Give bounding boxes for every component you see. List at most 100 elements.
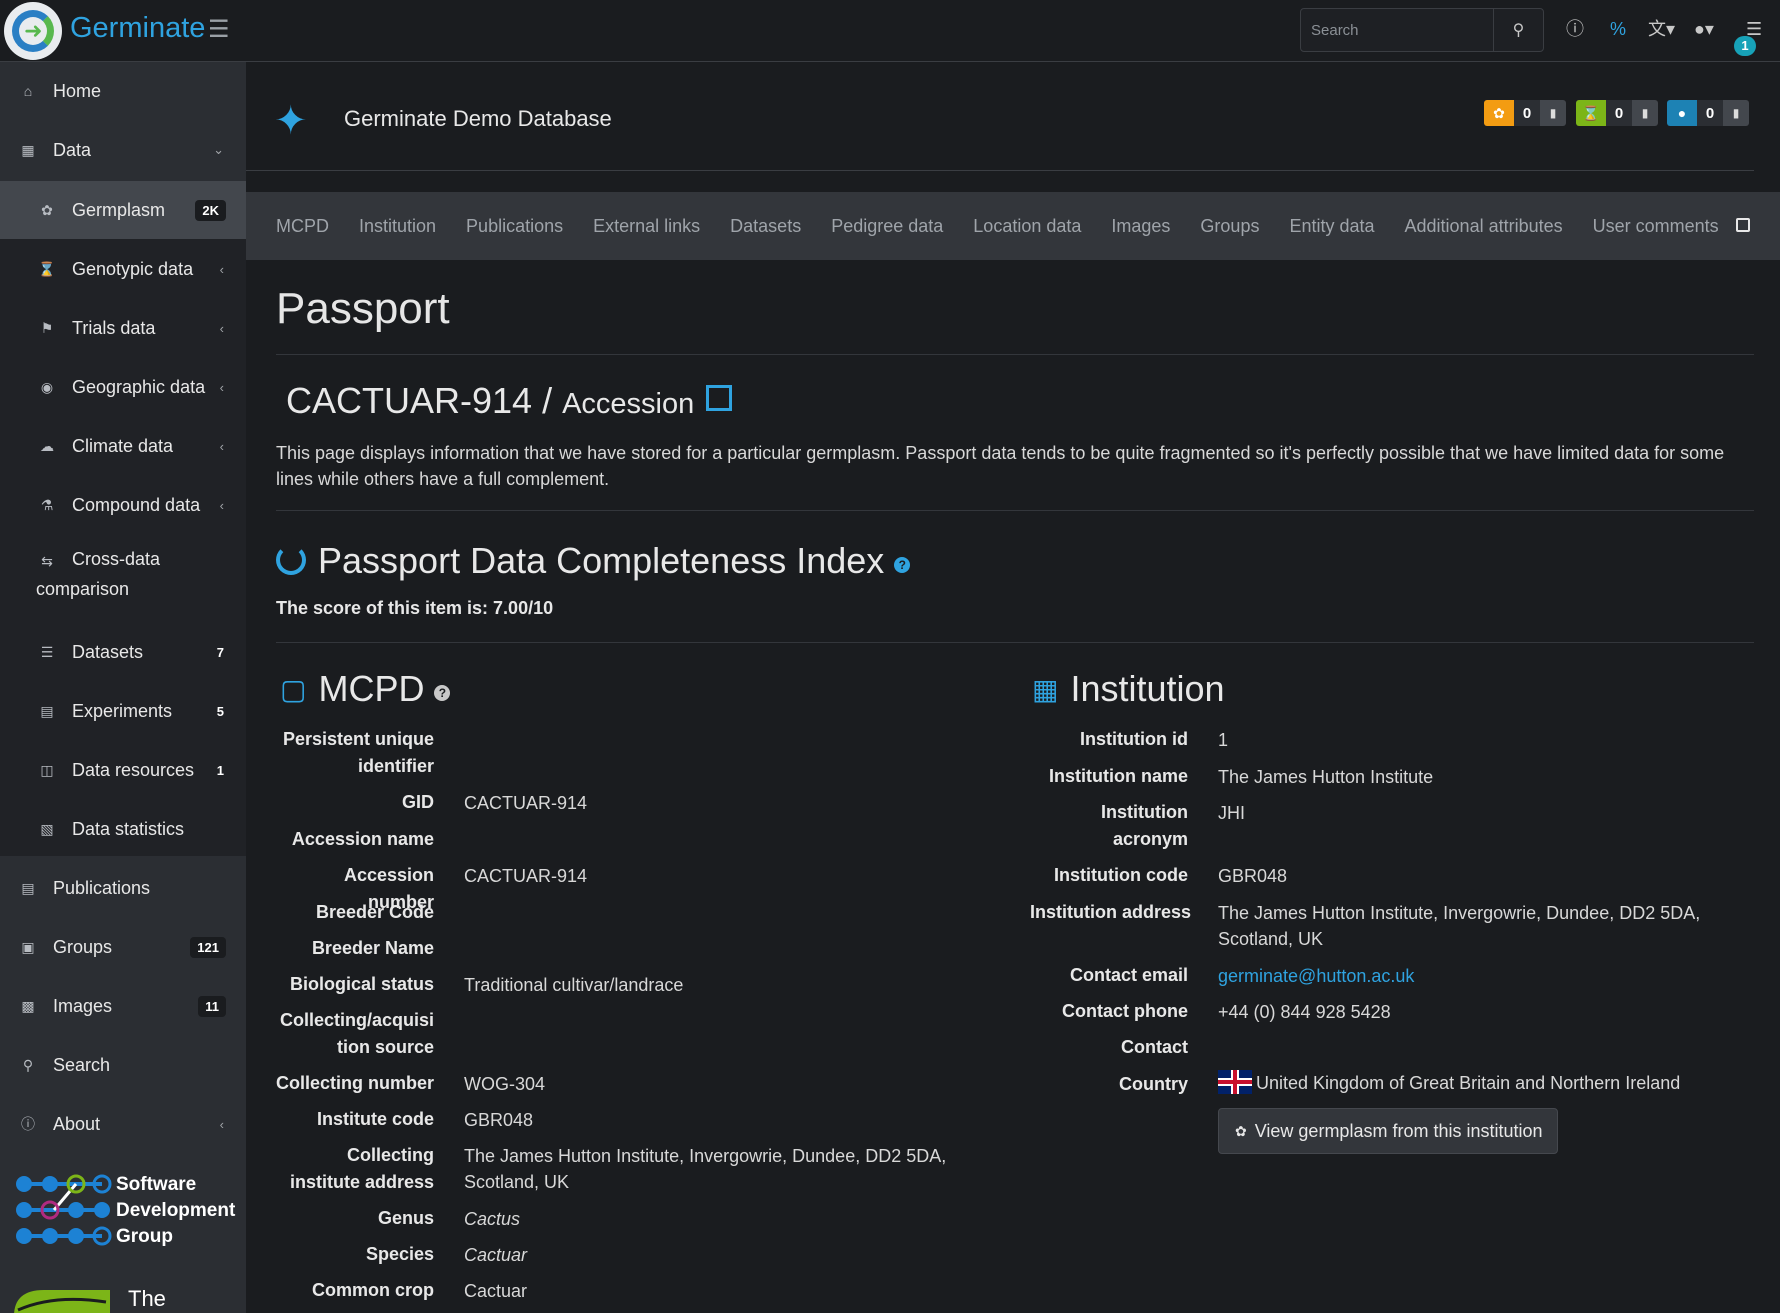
sidebar-item-data-resources[interactable]: ◫ Data resources 1 [0,741,246,799]
mcpd-value: Cactuar [464,1245,528,1265]
map-pin-icon[interactable]: ● [1667,100,1697,126]
sidebar-item-search[interactable]: ⚲ Search [0,1036,246,1094]
stack-icon: ☰ [40,643,54,660]
trash-icon[interactable]: ▮ [1723,100,1749,126]
sidebar-item-compound-data[interactable]: ⚗ Compound data ‹ [0,476,246,534]
mcpd-value: Traditional cultivar/landrace [464,975,684,995]
tab-publications[interactable]: Publications [466,216,563,237]
germinate-logo[interactable]: ➜ [4,2,62,60]
home-icon: ⌂ [23,83,33,99]
chevron-left-icon: ‹ [219,261,224,277]
sidebar-item-publications[interactable]: ▤ Publications [0,859,246,917]
hourglass-icon[interactable]: ⌛ [1576,100,1606,126]
sidebar-item-home[interactable]: ⌂ Home [0,62,246,120]
hourglass-icon: ⌛ [38,260,56,277]
hamburger-menu-icon[interactable]: ☰ [208,18,230,42]
institution-label: Contact [1121,1037,1188,1057]
mark-item-checkbox[interactable] [706,385,733,411]
seedling-icon[interactable]: ✿ [1484,100,1514,126]
search-icon: ⚲ [22,1056,34,1073]
view-germplasm-from-institution-button[interactable]: ✿ View germplasm from this institution [1218,1108,1558,1154]
notification-badge[interactable]: 1 [1734,36,1756,56]
mcpd-label: Genus [377,1208,434,1228]
flask-icon: ⚗ [40,496,54,513]
sidebar-item-data[interactable]: ▦ Data ⌄ [0,121,246,179]
mcpd-label: Collecting number [276,1073,435,1093]
trash-icon[interactable]: ▮ [1632,100,1658,126]
sidebar-item-climate-data[interactable]: ☁ Climate data ‹ [0,417,246,475]
chevron-left-icon: ‹ [219,379,224,395]
group-icon: ▣ [21,938,35,955]
mcpd-label: Collecting institute address [289,1145,434,1192]
expand-tabs-toggle[interactable] [1736,218,1750,232]
uk-flag-icon [1218,1070,1252,1094]
sidebar-item-about[interactable]: ⓘ About ‹ [0,1095,246,1153]
accession-title: CACTUAR-914 / Accession [286,380,733,422]
marked-germplasm-group: ✿ 0 ▮ [1484,100,1566,126]
search-input[interactable] [1301,9,1494,51]
tab-groups[interactable]: Groups [1200,216,1259,237]
mcpd-label: Common crop [311,1280,434,1300]
passport-tabs: MCPD Institution Publications External l… [246,192,1780,260]
germplasm-count-badge: 2K [195,199,226,221]
intro-text: This page displays information that we h… [276,443,1725,489]
tab-mcpd[interactable]: MCPD [276,216,329,237]
james-hutton-logo[interactable]: The James [14,1286,234,1313]
seedling-icon: ✿ [41,201,53,218]
pdci-heading: Passport Data Completeness Index? [276,540,911,582]
chevron-down-icon: ⌄ [213,142,224,157]
tab-pedigree-data[interactable]: Pedigree data [831,216,943,237]
mcpd-value: CACTUAR-914 [464,866,588,886]
mcpd-label: Collecting/acquisition source [279,1010,434,1057]
user-icon[interactable]: ●▾ [1694,18,1714,40]
mcpd-label: Institute code [316,1109,434,1129]
tab-external-links[interactable]: External links [593,216,700,237]
sidebar-item-genotypic-data[interactable]: ⌛ Genotypic data ‹ [0,240,246,298]
country-value: United Kingdom of Great Britain and Nort… [1218,1070,1680,1096]
institution-label: Institution code [1054,865,1188,885]
tab-datasets[interactable]: Datasets [730,216,801,237]
newspaper-icon: ▤ [21,879,35,896]
brand-name[interactable]: Germinate [70,12,205,45]
tab-entity-data[interactable]: Entity data [1289,216,1374,237]
sidebar-item-cross-data-comparison[interactable]: ⇆ Cross-data comparison [0,535,246,619]
tab-additional-attributes[interactable]: Additional attributes [1405,216,1563,237]
mcpd-label: Accession name [291,829,434,849]
tab-user-comments[interactable]: User comments [1593,216,1719,237]
seedling-icon: ✿ [1235,1122,1247,1139]
language-icon[interactable]: 文▾ [1648,18,1675,40]
chevron-left-icon: ‹ [219,497,224,513]
software-development-group-logo[interactable]: Software Development Group [14,1172,235,1252]
sidebar-item-experiments[interactable]: ▤ Experiments 5 [0,682,246,740]
mcpd-value: CACTUAR-914 [464,793,588,813]
tab-institution[interactable]: Institution [359,216,436,237]
divider [276,510,1754,511]
institution-value: JHI [1218,803,1245,823]
tab-images[interactable]: Images [1111,216,1170,237]
mcpd-label: Biological status [289,974,434,994]
sidebar-item-images[interactable]: ▩ Images 11 [0,977,246,1035]
sidebar-item-data-statistics[interactable]: ▧ Data statistics [0,800,246,858]
help-icon[interactable]: ? [434,685,451,701]
trash-icon[interactable]: ▮ [1540,100,1566,126]
hutton-hill-icon [14,1290,110,1313]
institution-value: GBR048 [1218,866,1288,886]
tab-location-data[interactable]: Location data [973,216,1081,237]
help-icon[interactable]: ? [894,557,911,573]
institution-value: The James Hutton Institute, Invergowrie,… [1218,903,1701,949]
institution-heading: ▦ Institution [1032,668,1225,709]
globe-icon: ◉ [40,378,54,395]
sidebar-item-trials-data[interactable]: ⚑ Trials data ‹ [0,299,246,357]
chart-icon: ▧ [40,820,54,837]
sidebar-item-datasets[interactable]: ☰ Datasets 7 [0,623,246,681]
search-button[interactable]: ⚲ [1493,9,1543,51]
database-title: Germinate Demo Database [344,106,612,131]
logo-arrow-icon: ➜ [24,18,43,43]
contact-email-link[interactable]: germinate@hutton.ac.uk [1218,963,1414,989]
germplasm-marked-icon[interactable]: % [1610,18,1626,40]
info-icon: ⓘ [21,1116,35,1132]
sidebar-item-germplasm[interactable]: ✿ Germplasm 2K [0,181,246,239]
help-icon[interactable]: ⓘ [1566,18,1584,40]
sidebar-item-geographic-data[interactable]: ◉ Geographic data ‹ [0,358,246,416]
sidebar-item-groups[interactable]: ▣ Groups 121 [0,918,246,976]
